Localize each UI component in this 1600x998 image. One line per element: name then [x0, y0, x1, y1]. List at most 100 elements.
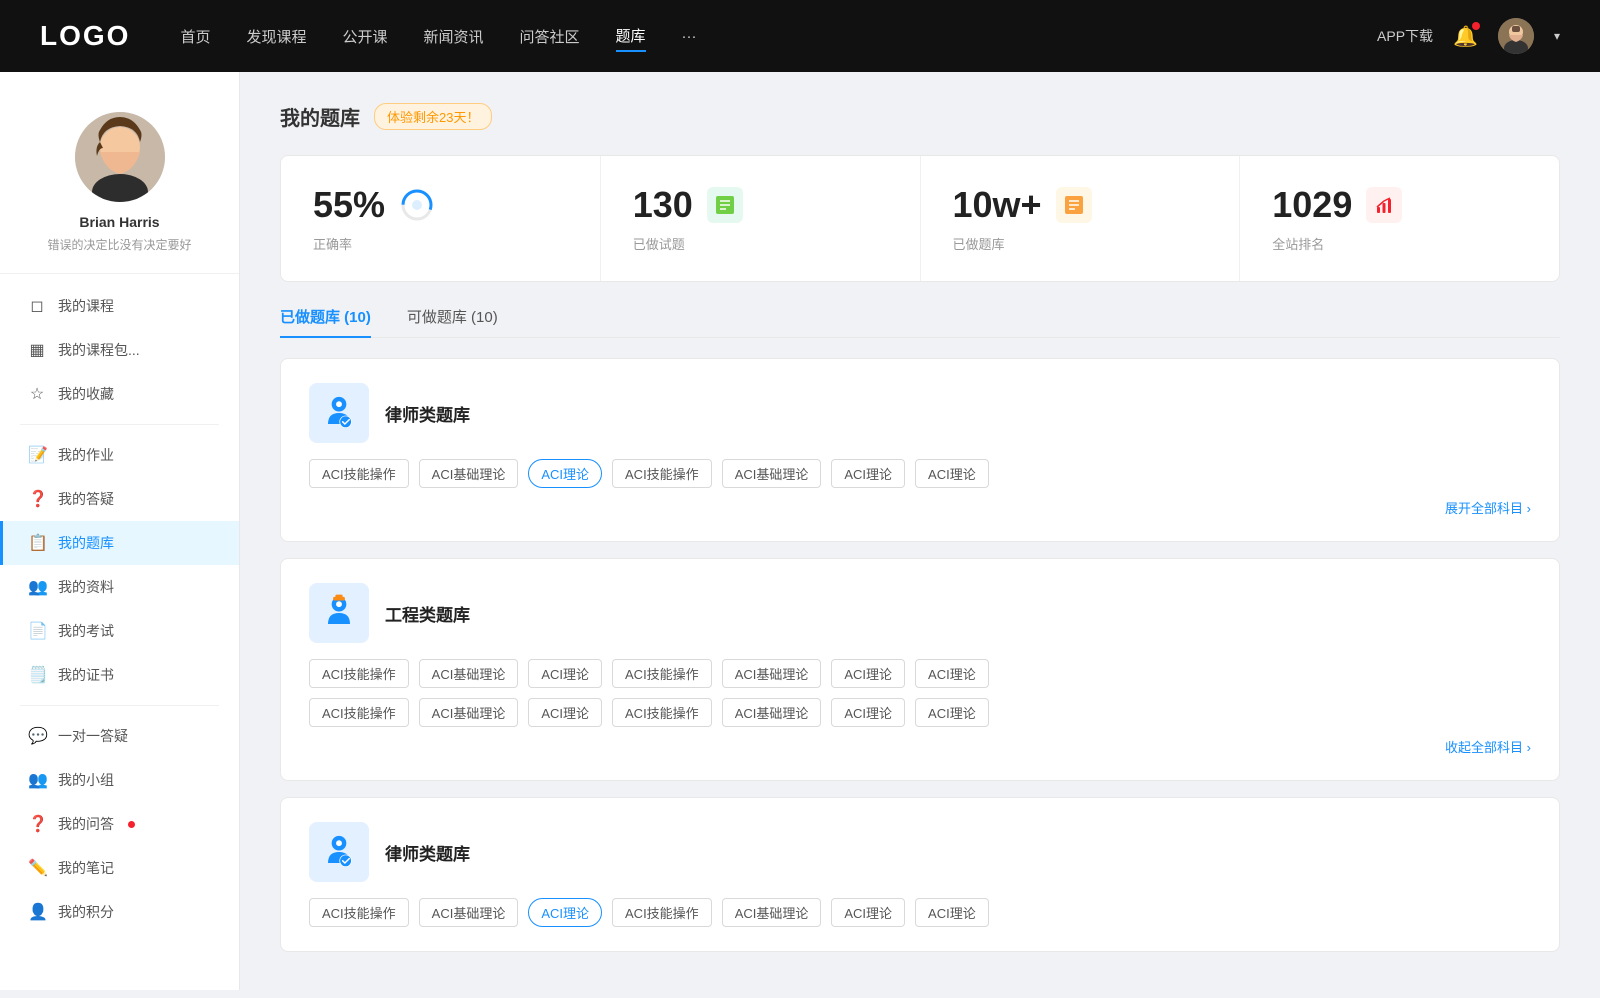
tag[interactable]: ACI技能操作	[309, 459, 409, 488]
materials-icon: 👥	[28, 577, 46, 597]
trial-badge: 体验剩余23天！	[374, 103, 492, 130]
sidebar-item-notes[interactable]: ✏️ 我的笔记	[0, 846, 239, 890]
nav-item-open-course[interactable]: 公开课	[342, 22, 387, 51]
tag[interactable]: ACI理论	[831, 698, 905, 727]
stat-site-rank: 1029 全站排名	[1240, 156, 1559, 281]
tag[interactable]: ACI理论	[831, 459, 905, 488]
nav-menu: 首页 发现课程 公开课 新闻资讯 问答社区 题库 ···	[180, 21, 1377, 52]
user-avatar[interactable]	[1498, 18, 1534, 54]
nav-item-courses[interactable]: 发现课程	[246, 22, 306, 51]
bank-icon: 📋	[28, 533, 46, 553]
sidebar-item-group[interactable]: 👥 我的小组	[0, 758, 239, 802]
tag[interactable]: ACI技能操作	[612, 659, 712, 688]
correct-rate-chart-icon	[399, 187, 435, 223]
top-navigation: LOGO 首页 发现课程 公开课 新闻资讯 问答社区 题库 ··· APP下载 …	[0, 0, 1600, 72]
bank-footer: 收起全部科目 ›	[309, 737, 1531, 756]
tag[interactable]: ACI基础理论	[722, 698, 822, 727]
stat-top: 55%	[313, 184, 568, 226]
tag[interactable]: ACI技能操作	[309, 898, 409, 927]
stat-top: 1029	[1272, 184, 1527, 226]
page-title: 我的题库	[280, 102, 360, 131]
tab-available-banks[interactable]: 可做题库 (10)	[407, 306, 498, 337]
nav-item-news[interactable]: 新闻资讯	[424, 22, 484, 51]
sidebar-divider-2	[20, 705, 219, 706]
sidebar-item-course-package[interactable]: ▦ 我的课程包...	[0, 328, 239, 372]
done-questions-label: 已做试题	[633, 234, 888, 253]
group-icon: 👥	[28, 770, 46, 790]
sidebar-menu: ◻ 我的课程 ▦ 我的课程包... ☆ 我的收藏 📝 我的作业 ❓ 我的答疑 📋	[0, 274, 239, 944]
collapse-all-link[interactable]: 收起全部科目 ›	[1445, 737, 1531, 756]
profile-name: Brian Harris	[79, 214, 159, 230]
user-profile-section: Brian Harris 错误的决定比没有决定要好	[0, 102, 239, 274]
site-rank-value: 1029	[1272, 184, 1352, 226]
tag[interactable]: ACI技能操作	[309, 659, 409, 688]
tag[interactable]: ACI理论	[831, 898, 905, 927]
bank-footer: 展开全部科目 ›	[309, 498, 1531, 517]
app-download-link[interactable]: APP下载	[1377, 26, 1433, 46]
sidebar-label: 我的收藏	[58, 384, 114, 404]
sidebar-item-tutor[interactable]: 💬 一对一答疑	[0, 714, 239, 758]
sidebar-item-certificate[interactable]: 🗒️ 我的证书	[0, 653, 239, 697]
tag[interactable]: ACI理论	[915, 659, 989, 688]
bank-name: 律师类题库	[385, 840, 470, 865]
tag[interactable]: ACI基础理论	[722, 659, 822, 688]
tag[interactable]: ACI基础理论	[419, 898, 519, 927]
done-banks-label: 已做题库	[953, 234, 1208, 253]
correct-rate-value: 55%	[313, 184, 385, 226]
tag[interactable]: ACI技能操作	[612, 698, 712, 727]
nav-item-more[interactable]: ···	[682, 24, 697, 49]
done-questions-icon	[707, 187, 743, 223]
page-layout: Brian Harris 错误的决定比没有决定要好 ◻ 我的课程 ▦ 我的课程包…	[0, 0, 1600, 998]
tag[interactable]: ACI理论	[915, 459, 989, 488]
profile-avatar	[75, 112, 165, 202]
user-menu-chevron[interactable]: ▾	[1554, 29, 1560, 43]
tag[interactable]: ACI基础理论	[722, 459, 822, 488]
nav-item-bank[interactable]: 题库	[616, 21, 646, 52]
nav-item-home[interactable]: 首页	[180, 22, 210, 51]
tag[interactable]: ACI基础理论	[419, 698, 519, 727]
sidebar-label: 我的课程包...	[58, 340, 140, 360]
stat-correct-rate: 55% 正确率	[281, 156, 601, 281]
sidebar-item-my-courses[interactable]: ◻ 我的课程	[0, 284, 239, 328]
bank-card-header: 律师类题库	[309, 822, 1531, 882]
sidebar-label: 一对一答疑	[58, 726, 128, 746]
engineer-bank-icon	[309, 583, 369, 643]
bank-card-lawyer-1: 律师类题库 ACI技能操作 ACI基础理论 ACI理论 ACI技能操作 ACI基…	[280, 358, 1560, 542]
tag[interactable]: ACI理论	[528, 659, 602, 688]
tag[interactable]: ACI技能操作	[612, 898, 712, 927]
sidebar-item-materials[interactable]: 👥 我的资料	[0, 565, 239, 609]
tag-highlighted[interactable]: ACI理论	[528, 459, 602, 488]
tag[interactable]: ACI基础理论	[419, 459, 519, 488]
tab-done-banks[interactable]: 已做题库 (10)	[280, 306, 371, 337]
sidebar-item-exam[interactable]: 📄 我的考试	[0, 609, 239, 653]
sidebar-item-qa-mine[interactable]: ❓ 我的答疑	[0, 477, 239, 521]
tag[interactable]: ACI理论	[528, 698, 602, 727]
expand-all-link[interactable]: 展开全部科目 ›	[1445, 498, 1531, 517]
tag[interactable]: ACI基础理论	[419, 659, 519, 688]
tag[interactable]: ACI理论	[915, 898, 989, 927]
sidebar-label: 我的小组	[58, 770, 114, 790]
tag[interactable]: ACI技能操作	[309, 698, 409, 727]
sidebar-item-favorites[interactable]: ☆ 我的收藏	[0, 372, 239, 416]
sidebar-label: 我的答疑	[58, 489, 114, 509]
sidebar-label: 我的课程	[58, 296, 114, 316]
lawyer-bank-icon-2	[309, 822, 369, 882]
stat-top: 130	[633, 184, 888, 226]
tag[interactable]: ACI理论	[831, 659, 905, 688]
stat-top: 10w+	[953, 184, 1208, 226]
site-rank-label: 全站排名	[1272, 234, 1527, 253]
sidebar-item-homework[interactable]: 📝 我的作业	[0, 433, 239, 477]
sidebar-item-bank[interactable]: 📋 我的题库	[0, 521, 239, 565]
sidebar-item-points[interactable]: 👤 我的积分	[0, 890, 239, 934]
sidebar-label: 我的证书	[58, 665, 114, 685]
nav-item-qa[interactable]: 问答社区	[520, 22, 580, 51]
sidebar-item-my-qa[interactable]: ❓ 我的问答	[0, 802, 239, 846]
correct-rate-label: 正确率	[313, 234, 568, 253]
tag[interactable]: ACI基础理论	[722, 898, 822, 927]
bank-tabs: 已做题库 (10) 可做题库 (10)	[280, 306, 1560, 338]
tag[interactable]: ACI技能操作	[612, 459, 712, 488]
stats-row: 55% 正确率 130	[280, 155, 1560, 282]
tag-highlighted[interactable]: ACI理论	[528, 898, 602, 927]
tag[interactable]: ACI理论	[915, 698, 989, 727]
notification-bell[interactable]: 🔔	[1453, 24, 1478, 49]
